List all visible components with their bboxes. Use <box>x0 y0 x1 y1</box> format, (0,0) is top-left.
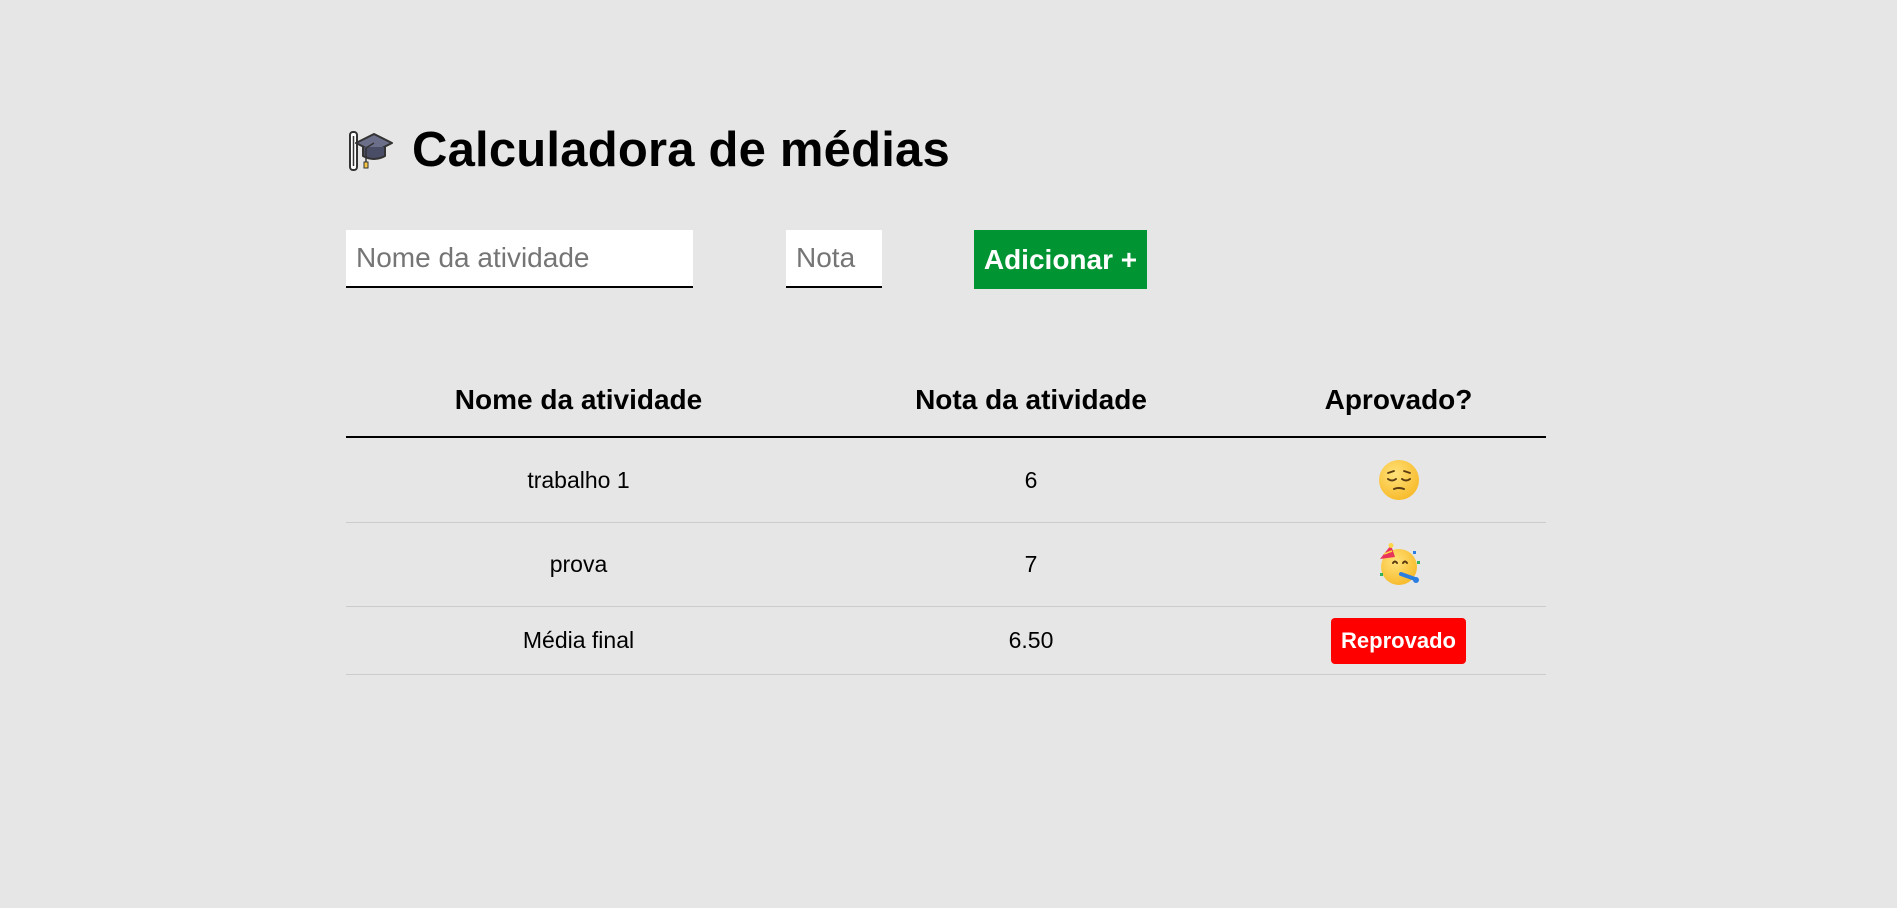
column-header-activity-grade: Nota da atividade <box>811 364 1251 438</box>
column-header-approved: Aprovado? <box>1251 364 1546 438</box>
activity-name-cell: trabalho 1 <box>346 437 811 523</box>
activity-grade-cell: 6 <box>811 437 1251 523</box>
activity-grade-input[interactable] <box>786 230 882 288</box>
activity-name-cell: prova <box>346 522 811 607</box>
status-badge: Reprovado <box>1331 617 1466 664</box>
final-average-row: Média final 6.50 Reprovado <box>346 606 1546 675</box>
graduation-cap-diploma-icon <box>349 131 393 171</box>
table-footer: Média final 6.50 Reprovado <box>346 606 1546 675</box>
final-average-label: Média final <box>346 606 811 675</box>
pensive-face-emoji <box>1378 460 1419 500</box>
column-header-activity-name: Nome da atividade <box>346 364 811 438</box>
final-average-value: 6.50 <box>811 606 1251 675</box>
table-body: trabalho 1 6 prova 7 <box>346 437 1546 607</box>
page-title: Calculadora de médias <box>412 123 950 177</box>
final-result-cell: Reprovado <box>1251 606 1546 675</box>
partying-face-emoji <box>1379 542 1420 585</box>
table-header: Nome da atividade Nota da atividade Apro… <box>346 364 1546 438</box>
add-button[interactable]: Adicionar + <box>974 230 1147 289</box>
activity-grade-cell: 7 <box>811 522 1251 607</box>
approved-cell <box>1251 437 1546 523</box>
header-row: Nome da atividade Nota da atividade Apro… <box>346 364 1546 438</box>
grades-table: Nome da atividade Nota da atividade Apro… <box>346 364 1546 675</box>
table-row: trabalho 1 6 <box>346 437 1546 523</box>
header: Calculadora de médias <box>346 118 950 182</box>
table-row: prova 7 <box>346 522 1546 607</box>
approved-cell <box>1251 522 1546 607</box>
activity-name-input[interactable] <box>346 230 693 288</box>
